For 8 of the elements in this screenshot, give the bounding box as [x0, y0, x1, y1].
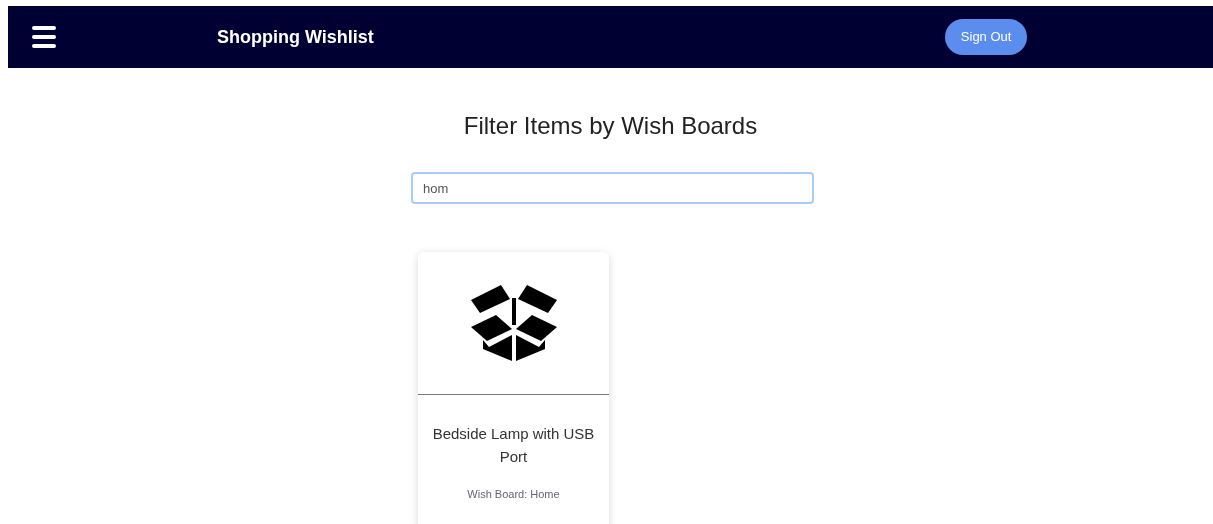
- item-name: Bedside Lamp with USB Port: [431, 424, 596, 467]
- item-card[interactable]: Bedside Lamp with USB Port Wish Board: Home: [418, 252, 609, 524]
- app-title: Shopping Wishlist: [217, 25, 374, 49]
- filter-input[interactable]: hom: [411, 172, 814, 204]
- page-heading: Filter Items by Wish Boards: [463, 111, 758, 141]
- wish-board-label: Wish Board: Home: [466, 487, 561, 502]
- menu-icon[interactable]: [32, 26, 56, 48]
- open-box-icon: [470, 285, 557, 361]
